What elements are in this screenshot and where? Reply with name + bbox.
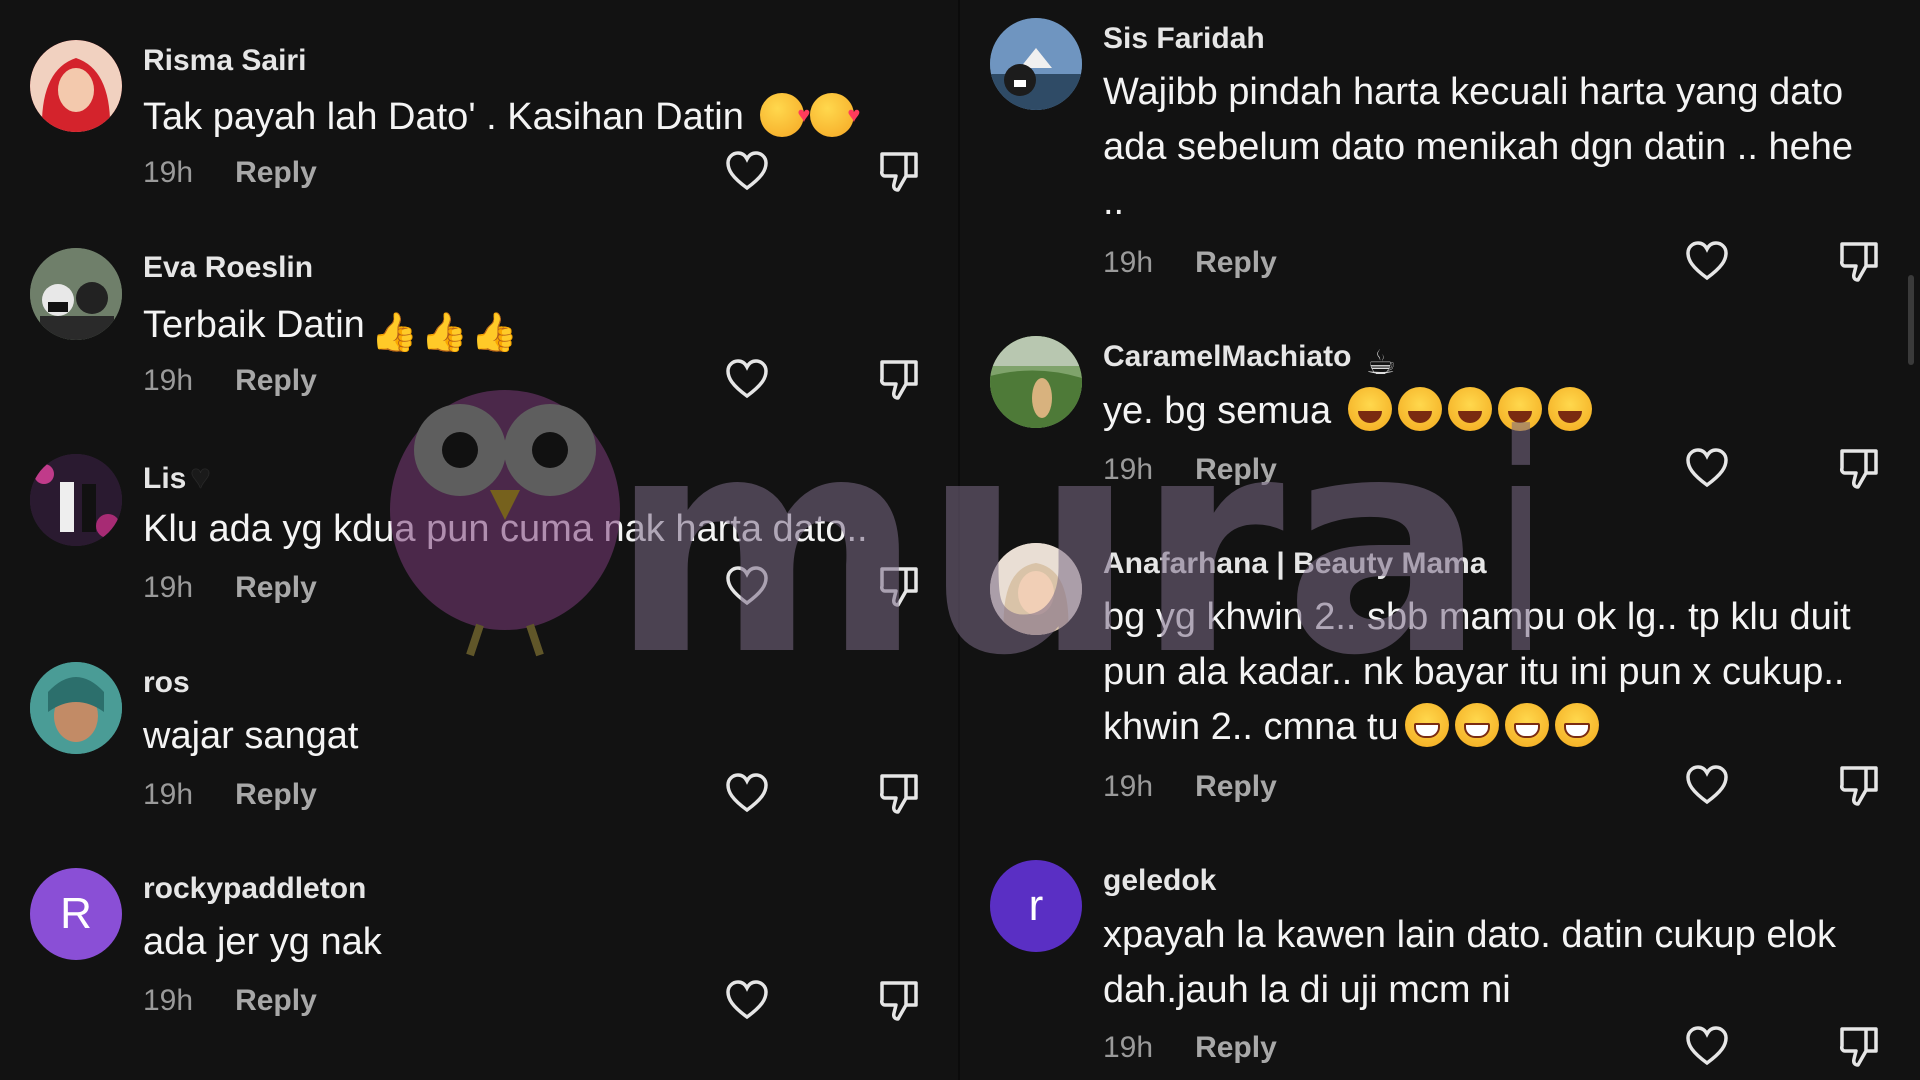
dislike-icon[interactable] — [1836, 762, 1882, 808]
reply-button[interactable]: Reply — [235, 364, 317, 398]
dislike-icon[interactable] — [1836, 445, 1882, 491]
avatar[interactable] — [990, 18, 1082, 110]
grinning-emoji-icon — [1554, 703, 1599, 747]
comment-meta: 19h Reply — [143, 571, 317, 605]
heart-icon[interactable] — [1684, 445, 1730, 491]
comment-meta: 19h Reply — [1103, 453, 1277, 487]
reply-button[interactable]: Reply — [235, 156, 317, 190]
laughing-emoji-icon — [1497, 387, 1542, 431]
scrollbar[interactable] — [1908, 275, 1914, 365]
reply-button[interactable]: Reply — [1195, 1031, 1277, 1065]
timestamp: 19h — [143, 778, 194, 811]
grinning-emoji-icon — [1454, 703, 1499, 747]
timestamp: 19h — [143, 364, 194, 397]
comment-text: ada jer yg nak — [143, 921, 382, 963]
avatar[interactable] — [30, 454, 122, 546]
avatar[interactable] — [30, 248, 122, 340]
username[interactable]: Eva Roeslin — [143, 251, 313, 285]
username[interactable]: ros — [143, 666, 190, 700]
laughing-emoji-icon — [1547, 387, 1592, 431]
coffee-emoji-icon — [1366, 343, 1410, 387]
comment-meta: 19h Reply — [1103, 246, 1277, 280]
avatar[interactable]: r — [990, 860, 1082, 952]
heart-icon[interactable] — [1684, 1023, 1730, 1069]
heart-icon[interactable] — [724, 977, 770, 1023]
comments-column-right: Sis Faridah Wajibb pindah harta kecuali … — [960, 0, 1920, 1080]
reply-button[interactable]: Reply — [235, 984, 317, 1018]
heart-icon[interactable] — [1684, 762, 1730, 808]
avatar[interactable] — [30, 40, 122, 132]
black-heart-emoji-icon: ♥ — [190, 458, 211, 496]
avatar-letter: r — [1028, 881, 1044, 930]
reply-button[interactable]: Reply — [235, 778, 317, 812]
username[interactable]: CaramelMachiato — [1103, 340, 1410, 387]
dislike-icon[interactable] — [876, 563, 922, 609]
dislike-icon[interactable] — [1836, 238, 1882, 284]
comment-meta: 19h Reply — [143, 984, 317, 1018]
smiling-hearts-emoji-icon — [760, 87, 810, 142]
timestamp: 19h — [1103, 1031, 1154, 1064]
comment-text: xpayah la kawen lain dato. datin cukup e… — [1103, 914, 1847, 1011]
reply-button[interactable]: Reply — [1195, 453, 1277, 487]
laughing-emoji-icon — [1447, 387, 1492, 431]
timestamp: 19h — [1103, 246, 1154, 279]
avatar[interactable]: R — [30, 868, 122, 960]
heart-icon[interactable] — [1684, 238, 1730, 284]
reply-button[interactable]: Reply — [1195, 246, 1277, 280]
username[interactable]: rockypaddleton — [143, 872, 366, 906]
comment-meta: 19h Reply — [143, 364, 317, 398]
username[interactable]: Risma Sairi — [143, 44, 306, 78]
timestamp: 19h — [1103, 453, 1154, 486]
dislike-icon[interactable] — [876, 356, 922, 402]
heart-icon[interactable] — [724, 356, 770, 402]
grinning-emoji-icon — [1504, 703, 1549, 747]
heart-icon[interactable] — [724, 563, 770, 609]
dislike-icon[interactable] — [876, 977, 922, 1023]
comment-text: wajar sangat — [143, 715, 359, 757]
thumbs-up-emoji-icon — [471, 306, 515, 350]
timestamp: 19h — [143, 156, 194, 189]
comment-text: Wajibb pindah harta kecuali harta yang d… — [1103, 71, 1864, 223]
reply-button[interactable]: Reply — [235, 571, 317, 605]
comment-text: Terbaik Datin — [143, 298, 923, 353]
dislike-icon[interactable] — [876, 148, 922, 194]
grinning-emoji-icon — [1404, 703, 1449, 747]
comment-meta: 19h Reply — [143, 156, 317, 190]
heart-icon[interactable] — [724, 770, 770, 816]
laughing-emoji-icon — [1397, 387, 1442, 431]
smiling-hearts-emoji-icon — [810, 87, 860, 142]
avatar-letter: R — [60, 889, 92, 938]
comment-text: ye. bg semua — [1103, 384, 1883, 439]
username[interactable]: Lis ♥ — [143, 458, 211, 497]
comment-meta: 19h Reply — [1103, 1031, 1277, 1065]
timestamp: 19h — [143, 984, 194, 1017]
avatar[interactable] — [990, 336, 1082, 428]
comments-column-left: Risma Sairi Tak payah lah Dato' . Kasiha… — [0, 0, 958, 1080]
username[interactable]: Anafarhana | Beauty Mama — [1103, 547, 1487, 581]
dislike-icon[interactable] — [876, 770, 922, 816]
heart-icon[interactable] — [724, 148, 770, 194]
dislike-icon[interactable] — [1836, 1023, 1882, 1069]
username[interactable]: geledok — [1103, 864, 1216, 898]
comment-meta: 19h Reply — [143, 778, 317, 812]
comment-text: Tak payah lah Dato' . Kasihan Datin — [143, 87, 923, 145]
avatar[interactable] — [30, 662, 122, 754]
username[interactable]: Sis Faridah — [1103, 22, 1265, 56]
comment-text: Klu ada yg kdua pun cuma nak harta dato.… — [143, 508, 868, 550]
avatar[interactable] — [990, 543, 1082, 635]
thumbs-up-emoji-icon — [371, 306, 415, 350]
thumbs-up-emoji-icon — [421, 306, 465, 350]
timestamp: 19h — [1103, 770, 1154, 803]
timestamp: 19h — [143, 571, 194, 604]
comment-text: bg yg khwin 2.. sbb mampu ok lg.. tp klu… — [1103, 596, 1862, 748]
laughing-emoji-icon — [1347, 387, 1392, 431]
reply-button[interactable]: Reply — [1195, 770, 1277, 804]
comment-meta: 19h Reply — [1103, 770, 1277, 804]
